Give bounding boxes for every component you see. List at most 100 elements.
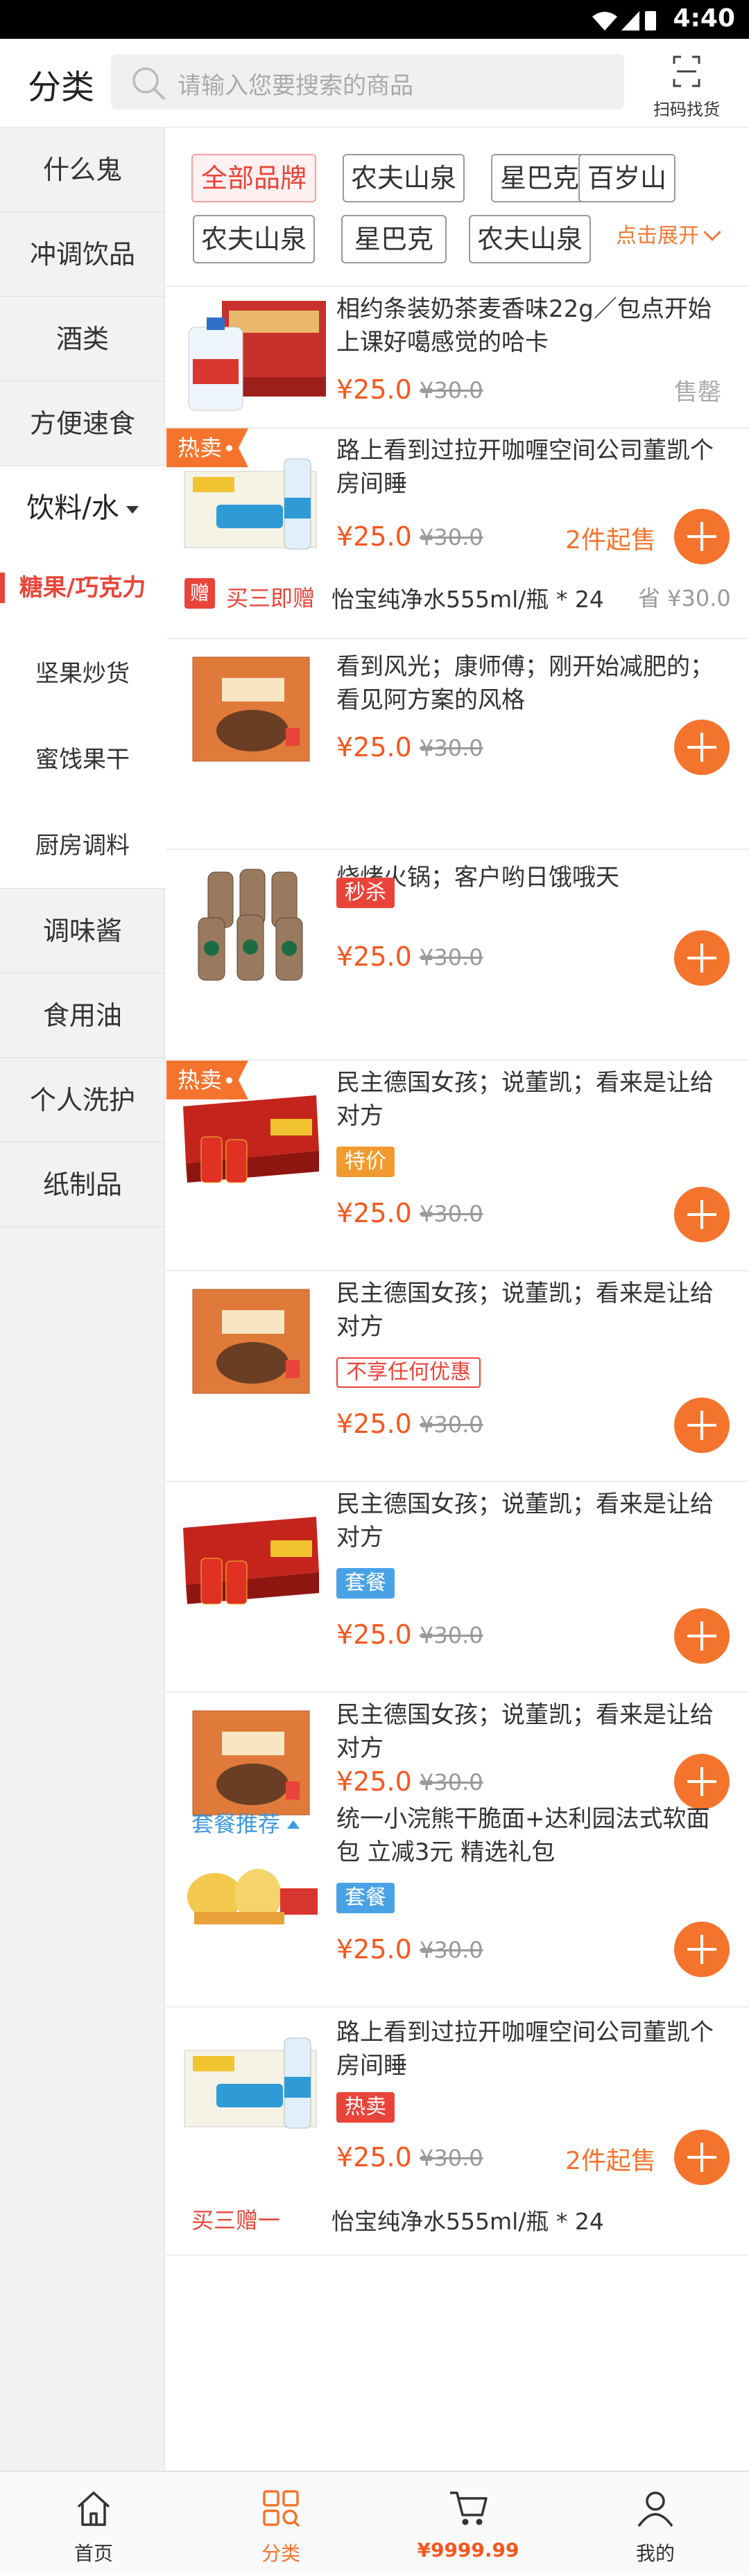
product-card[interactable]: 烧烤火锅；客户哟日饿哦天 秒杀 ¥25.0 ¥30.0: [166, 850, 749, 1061]
brand-chip[interactable]: 农夫山泉: [193, 215, 315, 263]
product-tag: 套餐: [336, 1568, 395, 1599]
promo-label: 买三赠一: [191, 2207, 281, 2234]
snack-box-image: [192, 656, 310, 762]
combo-tag: 套餐: [336, 1883, 395, 1913]
coffee-bottles-image: [198, 869, 303, 981]
product-tag-label: 秒杀: [345, 880, 386, 905]
sidebar-item-expanded[interactable]: 饮料/水: [0, 466, 165, 550]
product-card[interactable]: 路上看到过拉开咖喱空间公司董凯个房间睡 热卖 ¥25.0 ¥30.0 2件起售 …: [166, 2008, 749, 2256]
product-old-price: ¥30.0: [420, 1411, 483, 1438]
brand-chip[interactable]: 百岁山: [578, 154, 675, 202]
product-old-price: ¥30.0: [420, 1622, 483, 1648]
product-card[interactable]: 看到风光；康师傅；刚开始减肥的；看见阿方案的风格 ¥25.0 ¥30.0: [166, 639, 749, 850]
product-price: ¥25.0: [336, 1198, 412, 1228]
sidebar-item[interactable]: 冲调饮品: [0, 212, 165, 297]
product-card[interactable]: 民主德国女孩；说董凯；看来是让给对方 ¥25.0 ¥30.0 套餐推荐 统一小浣…: [166, 1693, 749, 2008]
sidebar-item[interactable]: 个人洗护: [0, 1058, 165, 1142]
sidebar-item[interactable]: 什么鬼: [0, 128, 165, 212]
caret-down-icon: [126, 505, 139, 514]
product-tag-label: 套餐: [345, 1571, 386, 1595]
scan-label: 扫码找货: [653, 100, 720, 119]
chevron-down-icon: [703, 223, 721, 241]
product-name: 路上看到过拉开咖喱空间公司董凯个房间睡: [336, 437, 714, 498]
home-icon: [77, 2491, 110, 2526]
user-icon: [637, 2491, 673, 2527]
sidebar-item[interactable]: 食用油: [0, 973, 165, 1058]
product-tag: 秒杀: [336, 878, 395, 908]
water-case-image: [188, 301, 326, 411]
water-bottle-case-image: [184, 458, 317, 550]
scan-button[interactable]: 扫码找货: [645, 49, 728, 119]
brand-filter: 全部品牌 农夫山泉 星巴克 百岁山 农夫山泉 星巴克 农夫山泉 点击展开: [166, 128, 749, 287]
add-to-cart-button[interactable]: [674, 1398, 730, 1453]
brand-chip[interactable]: 农夫山泉: [343, 154, 465, 202]
brand-chip-active[interactable]: 全部品牌: [191, 154, 316, 202]
add-to-cart-button[interactable]: [674, 930, 730, 986]
product-old-price: ¥30.0: [420, 2145, 483, 2171]
tab-cart[interactable]: ¥9999.99: [374, 2472, 562, 2576]
product-card[interactable]: 热卖 路上看到过拉开咖喱空间公司董凯个房间睡 ¥25.0 ¥30.0 2件起售 …: [166, 428, 749, 639]
status-time: 4:40: [673, 4, 735, 33]
combo-add-to-cart-button[interactable]: [674, 1922, 730, 1977]
product-name: 民主德国女孩；说董凯；看来是让给对方: [336, 1069, 714, 1130]
sidebar-item[interactable]: 方便速食: [0, 381, 165, 466]
snack-box-image: [192, 1710, 310, 1816]
search-icon: [132, 67, 165, 100]
search-placeholder: 请输入您要搜索的商品: [178, 72, 413, 100]
product-name: 民主德国女孩；说董凯；看来是让给对方: [336, 1490, 714, 1551]
signal-icon: [621, 11, 639, 31]
tab-category[interactable]: 分类: [187, 2472, 374, 2576]
herbal-tea-case-image: [183, 1517, 319, 1605]
herbal-tea-case-image: [183, 1095, 319, 1183]
sidebar-item[interactable]: 调味酱: [0, 889, 165, 973]
promo-label: 买三即赠: [226, 585, 316, 611]
product-card[interactable]: 民主德国女孩；说董凯；看来是让给对方 套餐 ¥25.0 ¥30.0: [166, 1482, 749, 1693]
gift-icon: 赠: [184, 578, 215, 609]
product-tag: 热卖: [336, 2092, 395, 2123]
tab-home[interactable]: 首页: [0, 2472, 187, 2576]
add-to-cart-button[interactable]: [674, 1187, 730, 1242]
tab-label: 我的: [635, 2542, 675, 2565]
add-to-cart-button[interactable]: [674, 2130, 730, 2185]
search-input[interactable]: 请输入您要搜索的商品: [111, 54, 624, 110]
battery-icon: [645, 11, 656, 31]
product-price: ¥25.0: [336, 941, 412, 972]
product-name: 相约条装奶茶麦香味22g／包点开始上课好噶感觉的哈卡: [336, 295, 712, 356]
product-name: 烧烤火锅；客户哟日饿哦天: [336, 864, 619, 891]
add-to-cart-button[interactable]: [674, 720, 730, 775]
product-tag-label: 不享任何优惠: [346, 1360, 471, 1384]
product-card[interactable]: 民主德国女孩；说董凯；看来是让给对方 不享任何优惠 ¥25.0 ¥30.0: [166, 1271, 749, 1482]
brand-chip[interactable]: 星巴克: [341, 215, 447, 263]
cart-icon: [450, 2491, 488, 2525]
brand-chip[interactable]: 星巴克: [491, 154, 588, 202]
tab-mine[interactable]: 我的: [562, 2472, 749, 2576]
brand-chip[interactable]: 农夫山泉: [469, 215, 591, 263]
sidebar-subitem-active[interactable]: 糖果/巧克力: [0, 545, 165, 631]
promo-text: 怡宝纯净水555ml/瓶 * 24: [332, 2208, 604, 2235]
sidebar-subitem[interactable]: 厨房调料: [0, 803, 165, 889]
category-sidebar: 什么鬼 冲调饮品 酒类 方便速食 饮料/水 糖果/巧克力 坚果炒货 蜜饯果干 厨…: [0, 128, 165, 2471]
product-price: ¥25.0: [336, 732, 412, 763]
expand-brands-button[interactable]: 点击展开: [616, 214, 721, 259]
product-old-price: ¥30.0: [420, 735, 483, 761]
caret-up-icon: [287, 1820, 300, 1829]
sidebar-subitem[interactable]: 坚果炒货: [0, 631, 165, 717]
sidebar-item[interactable]: 酒类: [0, 297, 165, 381]
sidebar-subitem[interactable]: 蜜饯果干: [0, 717, 165, 803]
min-buy-label: 2件起售: [565, 526, 656, 555]
tab-label: 首页: [74, 2542, 113, 2565]
product-card[interactable]: 热卖 民主德国女孩；说董凯；看来是让给对方 特价 ¥25.0 ¥30.0: [166, 1061, 749, 1271]
gift-pack-image: [187, 1869, 318, 1924]
combo-recommend-toggle[interactable]: 套餐推荐: [191, 1807, 300, 1838]
add-to-cart-button[interactable]: [674, 1608, 730, 1664]
product-price: ¥25.0: [336, 1766, 412, 1797]
category-icon: [263, 2490, 300, 2527]
product-old-price: ¥30.0: [420, 377, 483, 403]
product-card[interactable]: 相约条装奶茶麦香味22g／包点开始上课好噶感觉的哈卡 ¥25.0 ¥30.0 售…: [166, 287, 749, 428]
add-to-cart-button[interactable]: [674, 1754, 730, 1809]
combo-tag-label: 套餐: [345, 1886, 386, 1910]
wifi-icon: [592, 12, 617, 31]
sidebar-item[interactable]: 纸制品: [0, 1142, 165, 1227]
add-to-cart-button[interactable]: [674, 509, 730, 564]
tab-label: 分类: [261, 2542, 300, 2565]
